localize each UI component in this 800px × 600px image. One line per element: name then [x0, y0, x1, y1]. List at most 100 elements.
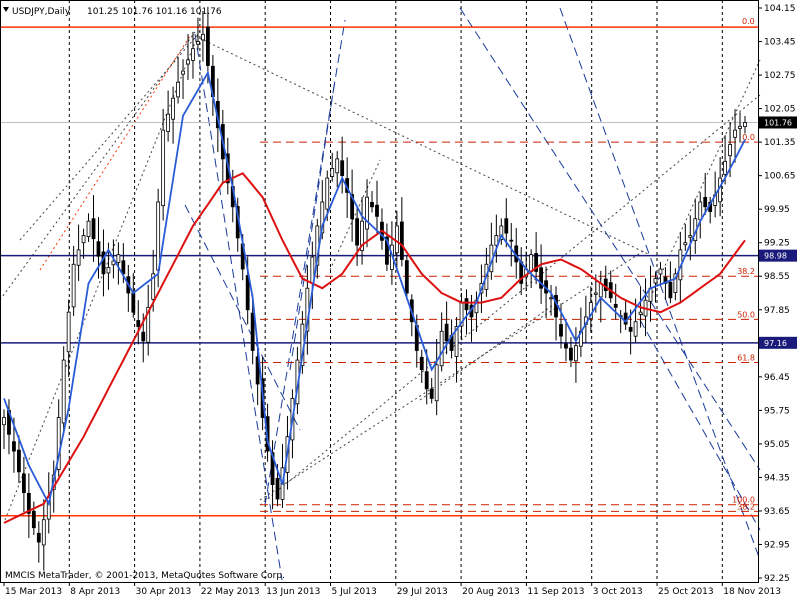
candle-body	[564, 343, 568, 349]
candle-body	[419, 356, 424, 371]
copyright-footer: MMCIS MetaTrader, © 2001-2013, MetaQuote…	[5, 571, 285, 581]
candle-body	[653, 278, 658, 284]
candle-body	[196, 41, 200, 45]
candle-body	[166, 113, 171, 132]
candle-body	[743, 122, 747, 128]
candle-body	[340, 160, 345, 177]
candle-body	[275, 477, 280, 500]
candle-body	[593, 292, 598, 295]
candle-body	[628, 326, 633, 332]
y-tick-label: 97.85	[764, 306, 790, 316]
candle-body	[156, 201, 161, 271]
candle-body	[355, 218, 359, 246]
candle-body	[131, 292, 136, 313]
candle-body	[81, 235, 86, 244]
candle-body	[17, 449, 21, 473]
y-tick-label: 102.75	[764, 71, 796, 81]
fibo-level-label: 38.2	[737, 267, 755, 276]
candle-body	[529, 254, 534, 273]
candle-body	[683, 242, 688, 246]
price-badge-label: 98.98	[764, 252, 787, 261]
candle-body	[91, 218, 96, 240]
x-tick-label: 15 Mar 2013	[5, 587, 62, 597]
y-tick-label: 99.95	[764, 205, 790, 215]
candle-body	[116, 254, 121, 263]
candle-body	[668, 281, 673, 299]
candle-body	[429, 388, 434, 399]
candle-body	[633, 321, 638, 337]
candle-body	[86, 220, 91, 238]
x-tick-label: 8 Apr 2013	[70, 587, 120, 597]
candle-body	[171, 97, 175, 120]
fibo-level-label: 61.8	[737, 353, 755, 362]
candle-body	[181, 70, 185, 75]
candle-body	[335, 158, 340, 174]
candle-body	[658, 268, 663, 275]
fibo-level-label: 38.2	[737, 502, 755, 511]
candle-body	[21, 473, 26, 493]
y-tick-label: 101.35	[764, 138, 796, 148]
candle-body	[205, 26, 210, 66]
candle-body	[559, 324, 563, 337]
y-tick-label: 104.15	[764, 4, 796, 14]
candle-body	[434, 364, 439, 402]
candle-body	[723, 160, 728, 175]
y-tick-label: 95.75	[764, 406, 790, 416]
candle-body	[161, 129, 166, 206]
y-tick-label: 93.65	[764, 507, 790, 517]
candle-body	[66, 311, 71, 353]
y-tick-label: 96.45	[764, 373, 790, 383]
candle-body	[404, 260, 409, 294]
x-tick-label: 20 Aug 2013	[462, 587, 520, 597]
y-tick-label: 95.05	[764, 440, 790, 450]
candle-body	[738, 125, 742, 129]
y-tick-label: 92.95	[764, 540, 790, 550]
candle-body	[504, 218, 509, 234]
y-tick-label: 102.05	[764, 105, 796, 115]
y-tick-label: 99.25	[764, 239, 790, 249]
x-tick-label: 25 Oct 2013	[658, 587, 714, 597]
candle-body	[733, 129, 737, 138]
candle-body	[330, 168, 335, 177]
candle-body	[613, 303, 618, 308]
candle-body	[698, 201, 703, 221]
candle-body	[31, 510, 36, 529]
x-tick-label: 3 Oct 2013	[593, 587, 643, 597]
candle-body	[36, 532, 41, 543]
y-tick-label: 100.65	[764, 172, 796, 182]
candle-body	[325, 177, 330, 210]
price-badge-label: 101.76	[764, 118, 792, 127]
candle-body	[41, 519, 46, 546]
candle-body	[549, 297, 553, 300]
candle-body	[569, 347, 573, 361]
candle-body	[61, 359, 66, 424]
y-tick-label: 98.55	[764, 272, 790, 282]
candle-body	[638, 311, 643, 315]
ohlc-readout: 101.25 101.76 101.16 101.76	[87, 7, 222, 17]
price-chart[interactable]: 0.0 0.038.250.061.8100.038.2 104.15103.4…	[0, 0, 800, 600]
candle-body	[76, 249, 81, 266]
level-label: 0.0	[742, 17, 755, 26]
x-tick-label: 29 Jul 2013	[397, 587, 448, 597]
x-tick-label: 5 Jul 2013	[332, 587, 377, 597]
y-tick-label: 94.35	[764, 473, 790, 483]
candle-body	[728, 144, 732, 157]
x-tick-label: 18 Nov 2013	[723, 587, 781, 597]
candle-body	[250, 312, 255, 351]
candle-body	[439, 330, 444, 367]
x-tick-label: 22 May 2013	[201, 587, 260, 597]
y-tick-label: 103.45	[764, 38, 796, 48]
candle-body	[688, 235, 693, 238]
candle-body	[141, 331, 146, 342]
candle-body	[186, 59, 190, 65]
candle-body	[96, 241, 101, 257]
fibo-level-label: 50.0	[737, 310, 755, 319]
candle-body	[136, 320, 141, 327]
y-tick-label: 92.25	[764, 574, 790, 584]
symbol-label: USDJPY,Daily	[12, 7, 71, 17]
candle-body	[201, 33, 205, 41]
candle-body	[106, 267, 111, 274]
candle-body	[444, 323, 449, 342]
candle-body	[574, 345, 578, 362]
candle-body	[2, 417, 6, 426]
